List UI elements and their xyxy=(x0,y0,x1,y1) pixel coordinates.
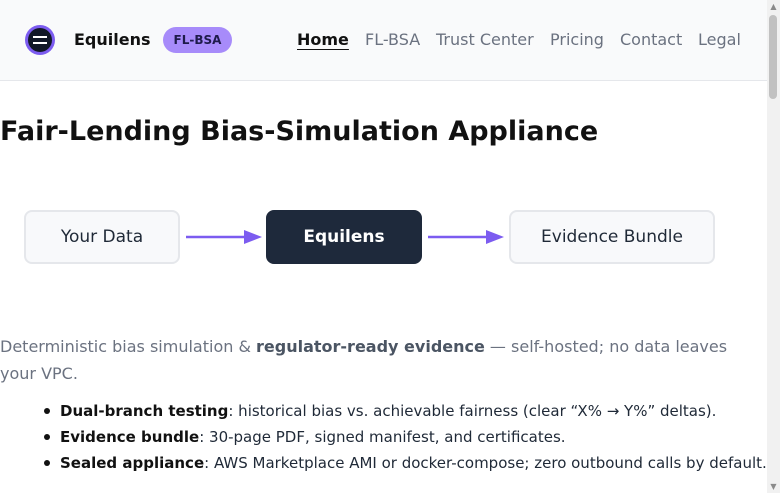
feature-text: : historical bias vs. achievable fairnes… xyxy=(228,402,717,420)
product-badge: FL-BSA xyxy=(163,27,232,53)
nav-legal[interactable]: Legal xyxy=(698,30,741,49)
nav-trust-center[interactable]: Trust Center xyxy=(436,30,534,49)
feature-text: : AWS Marketplace AMI or docker-compose;… xyxy=(204,454,767,472)
nav-home[interactable]: Home xyxy=(297,30,349,49)
feature-item: Dual-branch testing: historical bias vs.… xyxy=(0,398,767,424)
nav-pricing[interactable]: Pricing xyxy=(550,30,604,49)
feature-list: Dual-branch testing: historical bias vs.… xyxy=(0,398,767,476)
feature-item: Evidence bundle: 30-page PDF, signed man… xyxy=(0,424,767,450)
vertical-scrollbar[interactable]: ▲ ▼ xyxy=(767,0,780,493)
lead-emphasis: regulator-ready evidence xyxy=(256,337,485,356)
flow-step-equilens: Equilens xyxy=(266,210,422,264)
nav-contact[interactable]: Contact xyxy=(620,30,682,49)
nav-fl-bsa[interactable]: FL-BSA xyxy=(365,30,420,49)
arrow-right-icon xyxy=(428,230,504,244)
lead-paragraph: Deterministic bias simulation & regulato… xyxy=(0,333,767,387)
arrow-right-icon xyxy=(186,230,262,244)
flow-step-your-data: Your Data xyxy=(24,210,180,264)
feature-label: Evidence bundle xyxy=(60,428,200,446)
chevron-down-icon[interactable]: ▼ xyxy=(767,480,780,493)
feature-label: Dual-branch testing xyxy=(60,402,229,420)
flow-step-evidence-bundle: Evidence Bundle xyxy=(509,210,715,264)
feature-item: Sealed appliance: AWS Marketplace AMI or… xyxy=(0,450,767,476)
scrollbar-thumb[interactable] xyxy=(769,15,777,99)
feature-text: : 30-page PDF, signed manifest, and cert… xyxy=(199,428,566,446)
equilens-logo-icon[interactable] xyxy=(25,25,55,55)
feature-label: Sealed appliance xyxy=(60,454,205,472)
lead-text-start: Deterministic bias simulation & xyxy=(0,337,257,356)
brand-name[interactable]: Equilens xyxy=(74,30,151,49)
chevron-up-icon[interactable]: ▲ xyxy=(767,0,780,13)
page-title: Fair-Lending Bias-Simulation Appliance xyxy=(0,116,599,147)
site-header: Equilens FL-BSA Home FL-BSA Trust Center… xyxy=(0,0,767,81)
